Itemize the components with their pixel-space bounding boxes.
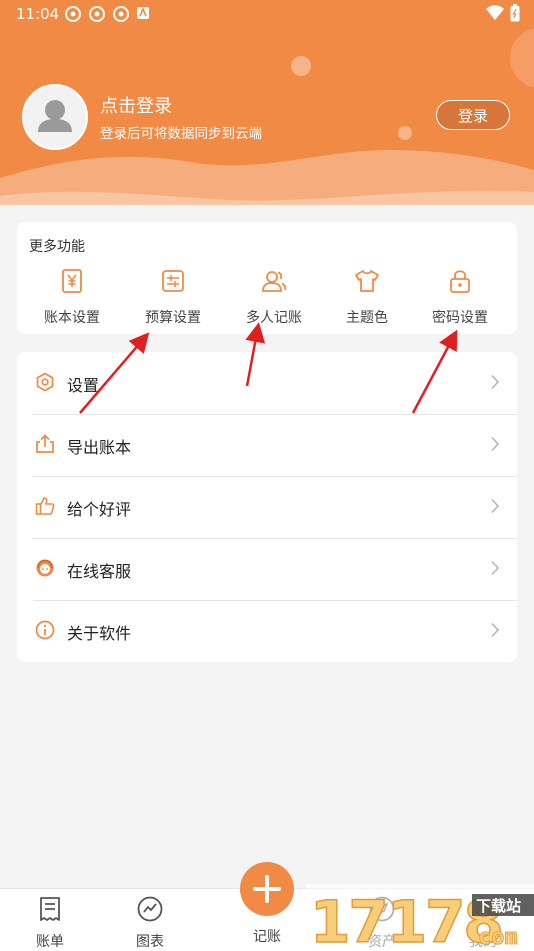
menu-item-label: 在线客服 [67, 562, 132, 581]
tab-label: 记账 [253, 929, 281, 945]
watermark-logo: 17178 下载站 com [306, 884, 534, 950]
feature-label: 主题色 [346, 310, 388, 326]
status-time: 11:04 [16, 5, 60, 23]
tab-label: 账单 [36, 934, 64, 950]
yen-ledger-icon [62, 269, 82, 293]
menu-item-label: 关于软件 [67, 624, 132, 643]
more-features-title: 更多功能 [29, 239, 85, 255]
menu-item-label: 给个好评 [67, 500, 132, 519]
menu-item-export[interactable]: 导出账本 [17, 414, 517, 476]
tab-bills[interactable]: 账单 [15, 895, 85, 951]
battery-icon [510, 4, 520, 22]
chevron-right-icon [491, 374, 500, 390]
receipt-icon [40, 897, 60, 921]
tab-charts[interactable]: 图表 [115, 895, 185, 951]
thumbs-up-icon [35, 497, 55, 515]
feature-label: 账本设置 [44, 310, 100, 326]
lock-icon [450, 270, 470, 293]
feature-label: 多人记账 [246, 310, 302, 326]
chevron-right-icon [491, 622, 500, 638]
export-icon [36, 434, 54, 453]
chevron-right-icon [491, 498, 500, 514]
info-icon [35, 620, 55, 640]
notification-icon [65, 6, 81, 22]
avatar[interactable] [22, 84, 88, 150]
headset-icon [36, 559, 54, 577]
status-bar: 11:04 [0, 0, 534, 28]
watermark-domain: com [478, 925, 518, 950]
notification-icon [89, 6, 105, 22]
chevron-right-icon [491, 436, 500, 452]
budget-icon [162, 270, 184, 292]
more-features-card: 更多功能 账本设置 预算设置 多人记账 主题色 密码设置 [17, 222, 517, 334]
feature-multi-user[interactable]: 多人记账 [229, 268, 319, 327]
feature-ledger-settings[interactable]: 账本设置 [27, 268, 117, 327]
login-subtitle: 登录后可将数据同步到云端 [100, 126, 262, 142]
chart-icon [137, 896, 163, 922]
notification-icon [113, 6, 129, 22]
feature-budget-settings[interactable]: 预算设置 [128, 268, 218, 327]
feature-theme-color[interactable]: 主题色 [322, 268, 412, 327]
plus-icon [253, 875, 281, 903]
feature-label: 预算设置 [145, 310, 201, 326]
add-record-button[interactable] [240, 862, 294, 916]
menu-item-label: 导出账本 [67, 438, 132, 457]
menu-item-about[interactable]: 关于软件 [17, 600, 517, 662]
menu-item-label: 设置 [67, 376, 100, 395]
feature-label: 密码设置 [432, 310, 488, 326]
menu-item-rate[interactable]: 给个好评 [17, 476, 517, 538]
tshirt-icon [355, 270, 379, 292]
menu-list-card: 设置 导出账本 给个好评 在线客服 关于软件 [17, 352, 517, 662]
menu-item-customer-service[interactable]: 在线客服 [17, 538, 517, 600]
watermark-sub: 下载站 [476, 897, 521, 915]
chevron-right-icon [491, 560, 500, 576]
tab-label: 图表 [136, 934, 164, 950]
status-right-icons [486, 4, 520, 22]
default-avatar-icon [38, 100, 72, 132]
hexagon-settings-icon [36, 372, 54, 392]
menu-item-settings[interactable]: 设置 [17, 352, 517, 414]
login-button[interactable]: 登录 [436, 100, 510, 130]
wifi-icon [486, 5, 504, 20]
feature-password-settings[interactable]: 密码设置 [415, 268, 505, 327]
login-title[interactable]: 点击登录 [100, 92, 172, 118]
status-notification-icons [64, 5, 150, 23]
app-notification-icon [137, 6, 149, 19]
users-icon [262, 271, 287, 292]
